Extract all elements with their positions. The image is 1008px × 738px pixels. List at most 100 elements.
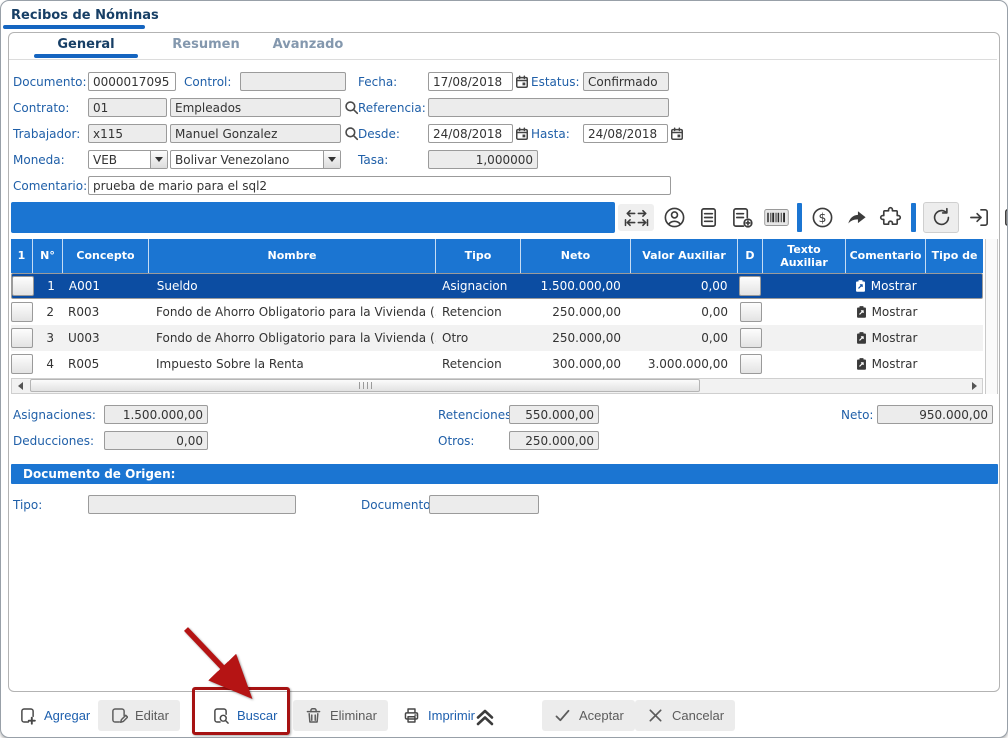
column-header-valor-auxiliar[interactable]: Valor Auxiliar: [631, 239, 738, 273]
row-select-button[interactable]: [11, 302, 33, 322]
triangle-left-icon: [18, 382, 23, 390]
table-row[interactable]: 2 R003 Fondo de Ahorro Obligatorio para …: [11, 299, 983, 325]
import-icon[interactable]: [966, 204, 993, 231]
vertical-scrollbar[interactable]: [985, 239, 998, 394]
cell-concepto: R005: [63, 351, 149, 377]
document-icon[interactable]: [695, 204, 722, 231]
contrato-search-icon[interactable]: [344, 100, 359, 115]
cell-comentario[interactable]: Mostrar: [846, 351, 926, 377]
user-icon[interactable]: [661, 204, 688, 231]
cancelar-button[interactable]: Cancelar: [635, 700, 735, 731]
export-icon[interactable]: [1000, 204, 1008, 231]
add-document-icon[interactable]: [729, 204, 756, 231]
column-header-numero[interactable]: N°: [33, 239, 63, 273]
desde-calendar-icon[interactable]: [515, 126, 529, 141]
chevron-down-icon: [155, 157, 163, 162]
eliminar-button[interactable]: Eliminar: [293, 700, 388, 731]
chevron-down-icon: [328, 157, 336, 162]
trabajador-search-icon[interactable]: [344, 126, 359, 141]
scroll-left-button[interactable]: [12, 379, 28, 393]
tab-avanzado-label: Avanzado: [273, 37, 344, 52]
scrollbar-track[interactable]: [28, 379, 966, 393]
barcode-icon[interactable]: [763, 204, 790, 231]
table-row[interactable]: 4 R005 Impuesto Sobre la Renta Retencion…: [11, 351, 983, 377]
currency-icon[interactable]: $: [809, 204, 836, 231]
row-select-button[interactable]: [11, 354, 33, 374]
cell-comentario[interactable]: Mostrar: [846, 299, 926, 325]
trabajador-code-field[interactable]: [88, 124, 167, 143]
column-header-nombre[interactable]: Nombre: [149, 239, 436, 273]
contrato-code-field[interactable]: [88, 98, 167, 117]
contrato-name-field[interactable]: [170, 98, 341, 117]
horizontal-scrollbar[interactable]: [11, 378, 983, 394]
moneda-name-select[interactable]: Bolivar Venezolano: [170, 150, 341, 169]
fecha-field[interactable]: [428, 72, 513, 91]
row-select-button[interactable]: [11, 328, 33, 348]
column-header-neto[interactable]: Neto: [521, 239, 631, 273]
moneda-code-dropdown-button[interactable]: [150, 151, 167, 168]
d-checkbox[interactable]: [740, 354, 762, 374]
tasa-field[interactable]: [428, 150, 538, 169]
editar-button[interactable]: Editar: [98, 700, 180, 731]
page-title: Recibos de Nóminas: [11, 8, 159, 23]
scroll-right-button[interactable]: [966, 379, 982, 393]
row-select-button[interactable]: [12, 276, 34, 296]
clipboard-show-icon: [855, 357, 868, 371]
column-header-texto-auxiliar[interactable]: Texto Auxiliar: [763, 239, 846, 273]
tab-resumen[interactable]: Resumen: [161, 37, 251, 52]
mostrar-link[interactable]: Mostrar: [872, 305, 918, 319]
column-header-tipo-de[interactable]: Tipo de: [926, 239, 983, 273]
documento-field[interactable]: [88, 72, 176, 91]
table-row[interactable]: 1 A001 Sueldo Asignacion 1.500.000,00 0,…: [11, 273, 983, 299]
fecha-calendar-icon[interactable]: [515, 74, 529, 89]
referencia-field[interactable]: [428, 98, 669, 117]
origen-tipo-field: [88, 495, 296, 514]
tab-general-label: General: [57, 37, 114, 52]
tab-avanzado[interactable]: Avanzado: [263, 37, 353, 52]
cell-comentario[interactable]: Mostrar: [846, 325, 926, 351]
refresh-icon[interactable]: [923, 202, 959, 233]
moneda-name-value: Bolivar Venezolano: [171, 153, 323, 167]
column-header-select[interactable]: 1: [11, 239, 33, 273]
plugin-icon[interactable]: [877, 204, 904, 231]
aceptar-button[interactable]: Aceptar: [542, 700, 635, 731]
comentario-field[interactable]: [88, 176, 671, 195]
trabajador-name-field[interactable]: [170, 124, 341, 143]
estatus-field: [583, 72, 669, 91]
origen-documento-field: [429, 495, 539, 514]
agregar-button[interactable]: Agregar: [7, 700, 101, 731]
mostrar-link[interactable]: Mostrar: [871, 279, 917, 293]
table-row[interactable]: 3 U003 Fondo de Ahorro Obligatorio para …: [11, 325, 983, 351]
eliminar-label: Eliminar: [330, 708, 377, 723]
column-header-comentario[interactable]: Comentario: [846, 239, 926, 273]
d-checkbox[interactable]: [740, 328, 762, 348]
mostrar-link[interactable]: Mostrar: [872, 357, 918, 371]
d-checkbox[interactable]: [739, 276, 761, 296]
column-header-tipo[interactable]: Tipo: [436, 239, 521, 273]
column-header-concepto[interactable]: Concepto: [63, 239, 149, 273]
add-document-icon: [18, 706, 37, 725]
hasta-field[interactable]: [583, 124, 668, 143]
collapse-double-chevron-icon[interactable]: [473, 704, 497, 728]
forward-icon[interactable]: [843, 204, 870, 231]
estatus-label: Estatus:: [531, 75, 580, 89]
tab-general[interactable]: General: [34, 37, 138, 52]
contrato-label: Contrato:: [13, 101, 69, 115]
trabajador-label: Trabajador:: [13, 127, 80, 141]
otros-label: Otros:: [438, 434, 474, 448]
control-field[interactable]: [240, 72, 346, 91]
asignaciones-label: Asignaciones:: [13, 408, 96, 422]
resize-columns-icon[interactable]: [618, 204, 654, 231]
cell-comentario[interactable]: Mostrar: [845, 279, 925, 293]
moneda-name-dropdown-button[interactable]: [323, 151, 340, 168]
cell-valor-auxiliar: 0,00: [631, 279, 738, 293]
hasta-calendar-icon[interactable]: [670, 126, 684, 141]
scrollbar-thumb[interactable]: [30, 379, 700, 392]
imprimir-button[interactable]: Imprimir: [391, 700, 486, 731]
moneda-code-select[interactable]: VEB: [88, 150, 168, 169]
desde-field[interactable]: [428, 124, 513, 143]
column-header-d[interactable]: D: [738, 239, 763, 273]
d-checkbox[interactable]: [740, 302, 762, 322]
mostrar-link[interactable]: Mostrar: [872, 331, 918, 345]
buscar-button[interactable]: Buscar: [200, 700, 288, 731]
